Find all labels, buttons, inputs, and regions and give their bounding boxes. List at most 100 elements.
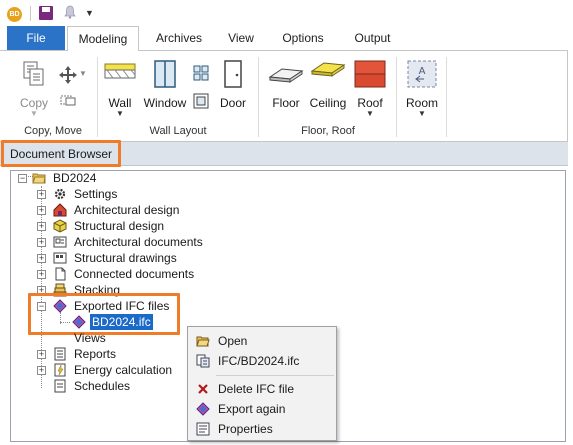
tree-item-views[interactable]: Views xyxy=(36,330,176,346)
energy-icon xyxy=(54,363,66,377)
notification-bell-icon[interactable] xyxy=(64,5,76,19)
wall-icon xyxy=(104,63,136,79)
tree-item-label: Architectural design xyxy=(74,203,180,217)
tree-item-structural-drawings[interactable]: + Structural drawings xyxy=(36,250,236,266)
tree-item-architectural-documents[interactable]: + Architectural documents xyxy=(36,234,236,250)
app-logo-icon: BD xyxy=(7,7,22,22)
document-icon xyxy=(55,267,66,281)
menu-item-label: IFC/BD2024.ifc xyxy=(218,354,300,368)
ceiling-icon xyxy=(310,62,346,77)
tree-root[interactable]: − BD2024 xyxy=(17,170,137,186)
copy-path-icon xyxy=(196,354,210,368)
drawing-document-icon xyxy=(53,236,67,248)
menu-item-label: Delete IFC file xyxy=(218,382,295,396)
quick-access-toolbar: BD ▼ xyxy=(0,0,573,26)
expand-icon[interactable]: + xyxy=(37,254,46,263)
group-separator xyxy=(258,57,259,137)
move-icon[interactable] xyxy=(58,65,78,85)
group-separator xyxy=(396,57,397,137)
menu-item-label: Open xyxy=(218,334,248,348)
tree-item-structural-design[interactable]: + Structural design xyxy=(36,218,236,234)
tab-file[interactable]: File xyxy=(7,26,65,50)
wall-button[interactable]: Wall ▼ xyxy=(102,59,138,118)
window-button[interactable]: Window xyxy=(141,59,189,110)
group-label-floor-roof: Floor, Roof xyxy=(301,125,355,137)
menu-item-label: Export again xyxy=(218,402,286,416)
properties-icon xyxy=(196,422,210,436)
report-icon xyxy=(54,347,66,361)
chevron-down-icon: ▼ xyxy=(418,109,426,118)
tab-view[interactable]: View xyxy=(220,26,262,50)
highlight-frame xyxy=(1,140,121,167)
tree-item-label: Structural drawings xyxy=(74,251,177,265)
floor-button[interactable]: Floor xyxy=(266,59,306,110)
door-button[interactable]: Door xyxy=(216,59,250,110)
copy-button[interactable]: Copy ▼ xyxy=(14,59,54,118)
tab-archives[interactable]: Archives xyxy=(148,26,210,50)
door-icon xyxy=(224,60,242,88)
tree-item-connected-documents[interactable]: + Connected documents xyxy=(36,266,236,282)
gear-icon xyxy=(54,188,66,200)
roof-label: Roof xyxy=(357,96,383,110)
schedule-icon xyxy=(54,379,66,393)
tree-item-architectural-design[interactable]: + Architectural design xyxy=(36,202,236,218)
ribbon-panel: Copy ▼ ▼ Copy, Move Wall ▼ Window Door W… xyxy=(0,50,568,142)
tab-output[interactable]: Output xyxy=(345,26,400,50)
room-icon: A xyxy=(407,60,437,88)
chevron-down-icon: ▼ xyxy=(116,109,124,118)
group-separator xyxy=(97,57,98,137)
copy-label: Copy xyxy=(19,96,48,110)
highlight-frame xyxy=(28,293,180,335)
menu-item-open[interactable]: Open xyxy=(188,331,336,351)
expand-icon[interactable]: + xyxy=(37,190,46,199)
menu-item-ifc-path[interactable]: IFC/BD2024.ifc xyxy=(188,351,336,371)
tab-options[interactable]: Options xyxy=(274,26,332,50)
menu-separator xyxy=(216,375,334,376)
wall-label: Wall xyxy=(108,96,132,110)
svg-text:A: A xyxy=(419,66,426,77)
customize-toolbar-dropdown-icon[interactable]: ▼ xyxy=(85,8,94,18)
frame-icon[interactable] xyxy=(193,93,209,109)
expand-icon[interactable]: + xyxy=(37,238,46,247)
room-button[interactable]: A Room ▼ xyxy=(402,59,442,118)
copy-icon xyxy=(23,61,44,86)
menu-item-properties[interactable]: Properties xyxy=(188,419,336,439)
expand-icon[interactable]: + xyxy=(37,206,46,215)
tree-item-label: Energy calculation xyxy=(74,363,173,377)
tree-root-label: BD2024 xyxy=(53,171,97,185)
tree-item-label: Connected documents xyxy=(74,267,195,281)
house-icon xyxy=(53,203,67,217)
folder-open-icon xyxy=(32,173,46,184)
tree-item-label: Architectural documents xyxy=(74,235,203,249)
window-icon xyxy=(154,60,176,88)
folder-open-icon xyxy=(196,336,210,347)
move-dropdown-icon[interactable]: ▼ xyxy=(79,69,87,78)
tree-item-label: Views xyxy=(74,331,106,345)
room-label: Room xyxy=(405,96,438,110)
floor-icon xyxy=(268,68,304,83)
tab-modeling[interactable]: Modeling xyxy=(67,26,139,51)
drawing-document-icon xyxy=(53,252,67,264)
expand-icon[interactable]: + xyxy=(37,366,46,375)
expand-icon[interactable]: + xyxy=(37,270,46,279)
window-grid-icon[interactable] xyxy=(193,65,209,81)
ceiling-button[interactable]: Ceiling xyxy=(307,59,349,110)
tree-item-settings[interactable]: + Settings xyxy=(36,186,236,202)
delete-icon xyxy=(198,384,208,394)
group-separator xyxy=(446,57,447,137)
collapse-icon[interactable]: − xyxy=(18,174,27,183)
expand-icon[interactable]: + xyxy=(37,222,46,231)
menu-item-delete-ifc-file[interactable]: Delete IFC file xyxy=(188,379,336,399)
tree-item-label: Settings xyxy=(74,187,118,201)
menu-item-export-again[interactable]: Export again xyxy=(188,399,336,419)
ifc-icon xyxy=(196,402,210,416)
ceiling-label: Ceiling xyxy=(309,96,347,110)
tree-item-label: Schedules xyxy=(74,379,131,393)
tree-item-label: Structural design xyxy=(74,219,165,233)
menu-item-label: Properties xyxy=(218,422,273,436)
save-icon[interactable] xyxy=(39,6,53,20)
expand-icon[interactable]: + xyxy=(37,350,46,359)
door-label: Door xyxy=(219,96,246,110)
transform-icon[interactable] xyxy=(60,94,76,106)
roof-button[interactable]: Roof ▼ xyxy=(352,59,388,118)
